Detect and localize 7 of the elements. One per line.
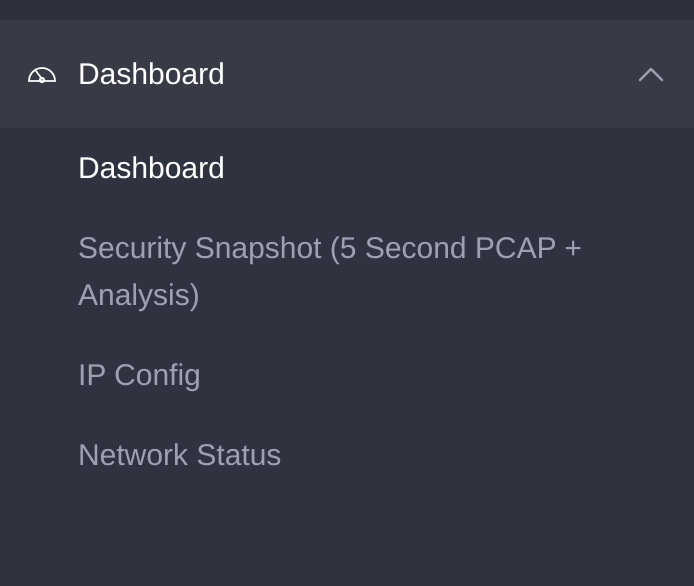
- submenu-item[interactable]: Dashboard: [78, 145, 648, 192]
- menu-header[interactable]: Dashboard: [0, 20, 694, 128]
- submenu-item[interactable]: Security Snapshot (5 Second PCAP + Analysis): [78, 225, 648, 319]
- chevron-up-icon: [638, 66, 664, 82]
- submenu-item[interactable]: IP Config: [78, 352, 648, 399]
- submenu-item[interactable]: Network Status: [78, 432, 648, 479]
- menu-title: Dashboard: [78, 56, 225, 92]
